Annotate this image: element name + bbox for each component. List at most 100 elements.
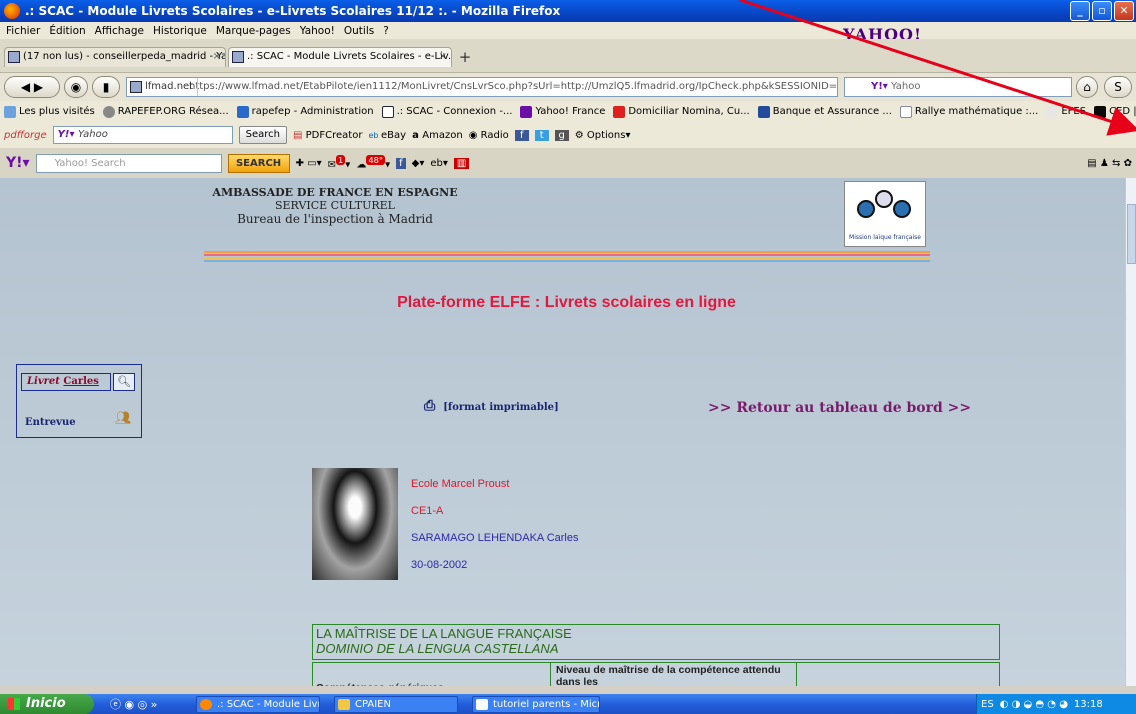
- entrevue-link[interactable]: Entrevue: [25, 417, 76, 428]
- back-to-dashboard-link[interactable]: >> Retour au tableau de bord >>: [708, 400, 971, 416]
- class-name: CE1-A: [411, 505, 444, 517]
- bookmark-item[interactable]: Les plus visités: [4, 105, 95, 118]
- ebay-link[interactable]: eb eBay: [368, 130, 406, 141]
- vertical-scrollbar[interactable]: [1125, 178, 1136, 686]
- student-menu-box: Livret Carles 🔍︎ Entrevue 👥︎: [16, 364, 142, 438]
- task-word[interactable]: tutoriel parents - Micr...: [472, 696, 600, 713]
- bookmark-item[interactable]: Yahoo! France: [520, 105, 605, 118]
- pdfforge-search-button[interactable]: Search: [238, 126, 288, 144]
- menu-outils[interactable]: Outils: [344, 25, 374, 37]
- twitter-icon[interactable]: t: [534, 129, 549, 141]
- game-icon[interactable]: ◆▾: [412, 158, 425, 169]
- close-button[interactable]: ✕: [1114, 1, 1134, 21]
- pdfcreator-link[interactable]: ▤ PDFCreator: [293, 130, 362, 141]
- bookmark-item[interactable]: EFES: [1046, 105, 1086, 118]
- menu-fichier[interactable]: Fichier: [6, 25, 40, 37]
- decorative-stripes: [204, 251, 930, 263]
- section-title-es: DOMINIO DE LA LENGUA CASTELLANA: [316, 641, 559, 656]
- navigation-bar: ◀ ▶ ◉ ▮ lfmad.net https://www.lfmad.net/…: [0, 73, 1136, 101]
- ebay-icon: eb: [368, 130, 381, 140]
- options-menu[interactable]: ⚙ Options▾: [575, 130, 631, 141]
- yahoo-search-icon: Y!▾: [871, 81, 888, 92]
- people-icon[interactable]: 👥︎: [115, 411, 132, 426]
- new-tab-button[interactable]: +: [456, 49, 474, 67]
- menu-yahoo[interactable]: Yahoo!: [300, 25, 335, 37]
- yahoo-icon[interactable]: Y!▾: [6, 155, 30, 171]
- pdfforge-search-select[interactable]: Y!▾ Yahoo: [52, 126, 233, 144]
- livret-name: Carles: [63, 376, 99, 387]
- bookmark-item[interactable]: Banque et Assurance ...: [757, 105, 892, 118]
- maximize-button[interactable]: ▫: [1092, 1, 1112, 21]
- bookmark-add-icon[interactable]: ✚ ▭▾: [296, 158, 322, 169]
- toolbar-right-icons[interactable]: ▤ ♟ ⇆ ✿: [1087, 158, 1132, 169]
- ebay-icon[interactable]: eb▾: [430, 158, 448, 169]
- close-tab-icon[interactable]: ×: [439, 51, 447, 62]
- bookmarks-bar: Les plus visités RAPEFEP.ORG Résea... ra…: [0, 101, 1136, 122]
- yahoo-icon: [520, 105, 533, 118]
- task-cpaien[interactable]: CPAIEN: [334, 696, 458, 713]
- start-button[interactable]: Inicio: [0, 694, 94, 714]
- platform-title: Plate-forme ELFE : Livrets scolaires en …: [397, 294, 736, 311]
- identity-icon[interactable]: ◉: [64, 76, 88, 98]
- task-firefox[interactable]: .: SCAC - Module Livr...: [196, 696, 320, 713]
- bookmark-icon: [613, 105, 626, 118]
- back-forward-button[interactable]: ◀ ▶: [4, 76, 60, 98]
- windows-taskbar: Inicio ⓔ ◉ ◎ » .: SCAC - Module Livr... …: [0, 694, 1136, 714]
- menu-affichage[interactable]: Affichage: [95, 25, 144, 37]
- yahoo-toolbar: Y!▾ Yahoo! Search SEARCH ✚ ▭▾ ✉ 1 ▾ ☁ 48° ▾ …: [0, 148, 1136, 178]
- bookmark-item[interactable]: Rallye mathématique :...: [899, 105, 1038, 118]
- section-header: LA MAÎTRISE DE LA LANGUE FRANÇAISE DOMIN…: [312, 624, 1000, 660]
- bookmark-item[interactable]: rapefep - Administration: [236, 105, 374, 118]
- gear-icon: ⚙: [574, 129, 587, 141]
- menu-edition[interactable]: Édition: [49, 25, 85, 37]
- yahoo-search-button[interactable]: SEARCH: [227, 153, 290, 173]
- menu-marque-pages[interactable]: Marque-pages: [216, 25, 291, 37]
- document-icon: [476, 699, 488, 710]
- minimize-button[interactable]: _: [1070, 1, 1090, 21]
- radio-link[interactable]: ◉ Radio: [469, 130, 509, 141]
- page-icon: [381, 105, 394, 118]
- mail-icon[interactable]: ✉ 1 ▾: [328, 155, 350, 171]
- print-link[interactable]: ⎙ [format imprimable]: [424, 398, 559, 414]
- googleplus-icon[interactable]: g: [554, 129, 569, 141]
- weather-icon[interactable]: ☁ 48° ▾: [356, 155, 390, 171]
- facebook-icon[interactable]: f: [396, 157, 406, 169]
- signal-icon[interactable]: ▮: [92, 76, 120, 98]
- url-bar[interactable]: lfmad.net https://www.lfmad.net/EtabPilo…: [126, 77, 838, 97]
- bookmark-item[interactable]: CED | Canal Educatif...: [1094, 105, 1136, 118]
- clock: 13:18: [1073, 698, 1103, 710]
- bookmark-icon: [757, 105, 770, 118]
- menu-help[interactable]: ?: [383, 25, 389, 37]
- home-icon[interactable]: ⌂: [1076, 76, 1098, 98]
- pdf-icon: ▤: [293, 129, 306, 141]
- tab-scac[interactable]: .: SCAC - Module Livrets Scolaires - e-L…: [228, 47, 452, 67]
- scroll-thumb[interactable]: [1127, 204, 1136, 264]
- weather-badge: 48°: [366, 155, 386, 166]
- close-tab-icon[interactable]: ×: [213, 51, 221, 62]
- skype-icon[interactable]: S: [1104, 76, 1132, 98]
- tab-yahoo-mail[interactable]: (17 non lus) - conseillerpeda_madrid - Y…: [4, 47, 226, 67]
- menu-bar: Fichier Édition Affichage Historique Mar…: [0, 22, 1136, 39]
- org-line1: AMBASSADE DE FRANCE EN ESPAGNE: [212, 186, 458, 199]
- magnifier-icon[interactable]: 🔍︎: [113, 373, 135, 391]
- language-indicator[interactable]: ES: [981, 699, 994, 710]
- system-tray: ES ◐ ◑ ◒ ◓ ◔ ◕ 13:18: [976, 694, 1136, 714]
- tray-icons[interactable]: ◐ ◑ ◒ ◓ ◔ ◕: [1000, 699, 1068, 710]
- bookmark-item[interactable]: .: SCAC - Connexion -...: [381, 105, 512, 118]
- facebook-icon[interactable]: f: [514, 129, 529, 141]
- livret-link[interactable]: Livret Carles: [21, 373, 111, 391]
- date-of-birth: 30-08-2002: [411, 559, 468, 571]
- student-name: SARAMAGO LEHENDAKA Carles: [411, 532, 579, 544]
- search-bar[interactable]: Y!▾ Yahoo: [844, 77, 1072, 97]
- quicklaunch-icons[interactable]: ⓔ ◉ ◎ »: [110, 696, 157, 712]
- bookmark-icon: [236, 105, 249, 118]
- app-icon[interactable]: ▥: [453, 157, 470, 169]
- menu-historique[interactable]: Historique: [153, 25, 207, 37]
- pdfforge-brand: pdfforge: [4, 129, 47, 141]
- bookmark-item[interactable]: Domiciliar Nomina, Cu...: [613, 105, 750, 118]
- yahoo-icon: Y!▾: [57, 129, 78, 140]
- org-line3: Bureau de l'inspection à Madrid: [237, 212, 433, 226]
- amazon-link[interactable]: a Amazon: [412, 130, 463, 141]
- bookmark-item[interactable]: RAPEFEP.ORG Résea...: [102, 105, 229, 118]
- yahoo-search-input[interactable]: Yahoo! Search: [35, 153, 222, 173]
